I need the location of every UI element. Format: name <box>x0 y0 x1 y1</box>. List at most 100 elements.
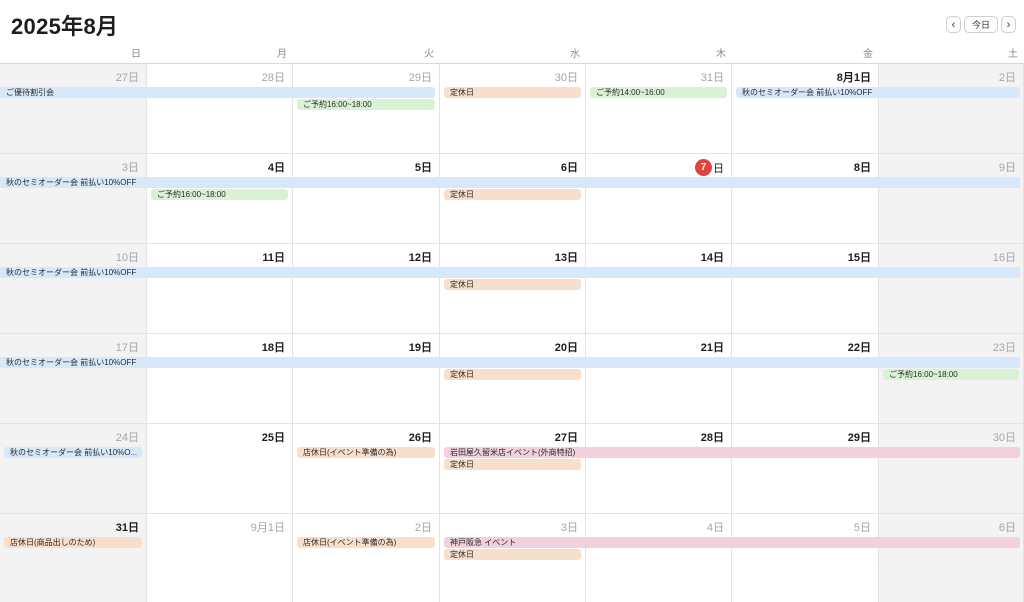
day-number: 14日 <box>700 252 724 264</box>
day-cell[interactable]: 28日 <box>586 424 732 514</box>
day-cell[interactable]: 29日 <box>732 424 879 514</box>
day-cell[interactable]: 16日 <box>879 244 1024 334</box>
calendar-event[interactable]: 秋のセミオーダー会 前払い10%O... <box>4 447 142 458</box>
day-number: 6日 <box>560 162 578 174</box>
calendar-event[interactable]: 定休日 <box>444 189 581 200</box>
day-number: 28日 <box>261 72 285 84</box>
day-cell[interactable]: 30日 <box>440 64 586 154</box>
day-number: 25日 <box>261 432 285 444</box>
day-cell[interactable]: 26日 <box>293 424 440 514</box>
calendar-event[interactable]: 定休日 <box>444 369 581 380</box>
day-number: 30日 <box>992 432 1016 444</box>
day-number: 20日 <box>554 342 578 354</box>
calendar-event[interactable]: ご予約16:00~18:00 <box>297 99 435 110</box>
day-number: 22日 <box>847 342 871 354</box>
day-cell[interactable]: 24日 <box>0 424 147 514</box>
day-number: 12日 <box>408 252 432 264</box>
today-indicator: 7 <box>695 159 712 176</box>
day-cell[interactable]: 21日 <box>586 334 732 424</box>
day-number: 2日 <box>414 522 432 534</box>
day-number: 26日 <box>408 432 432 444</box>
calendar-event[interactable]: 岩田屋久留米店イベント(外商特招) <box>444 447 1020 458</box>
day-number: 24日 <box>115 432 139 444</box>
calendar-event[interactable]: 店休日(イベント準備の為) <box>297 537 435 548</box>
day-cell[interactable]: 27日 <box>0 64 147 154</box>
day-cell[interactable]: 30日 <box>879 424 1024 514</box>
day-cell[interactable]: 2日 <box>293 514 440 602</box>
day-number: 2日 <box>998 72 1016 84</box>
calendar-event[interactable]: ご優待割引会 <box>0 87 435 98</box>
day-number-suffix: 日 <box>713 162 724 175</box>
weekday-label: 日 <box>131 49 141 60</box>
day-number: 8日 <box>853 162 871 174</box>
prev-month-button[interactable]: ‹ <box>946 16 961 33</box>
calendar-event[interactable]: 店休日(イベント準備の為) <box>297 447 435 458</box>
day-cell[interactable]: 3日 <box>0 154 147 244</box>
calendar-event[interactable]: 秋のセミオーダー会 前払い10%OFF <box>0 177 1020 188</box>
day-cell[interactable]: 2日 <box>879 64 1024 154</box>
day-number: 23日 <box>992 342 1016 354</box>
day-cell[interactable]: 6日 <box>879 514 1024 602</box>
calendar-event[interactable]: 秋のセミオーダー会 前払い10%OFF <box>0 357 1020 368</box>
weekday-label: 水 <box>570 49 580 60</box>
month-grid: 27日 28日 29日 30日 31日 8月1日 2日 3日 4日 5日 6日 7 日 8日 9日 10日 11… <box>0 63 1024 602</box>
day-cell[interactable]: 22日 <box>732 334 879 424</box>
day-cell[interactable]: 14日 <box>586 244 732 334</box>
day-cell[interactable]: 28日 <box>147 64 293 154</box>
day-cell[interactable]: 11日 <box>147 244 293 334</box>
day-cell[interactable]: 7日 <box>586 154 732 244</box>
day-cell[interactable]: 31日 <box>586 64 732 154</box>
calendar-event[interactable]: 店休日(商品出しのため) <box>4 537 142 548</box>
day-number: 27日 <box>554 432 578 444</box>
day-cell[interactable]: 31日 <box>0 514 147 602</box>
day-number: 5日 <box>853 522 871 534</box>
calendar-event[interactable]: ご予約16:00~18:00 <box>883 369 1019 380</box>
day-number: 6日 <box>998 522 1016 534</box>
day-number: 3日 <box>121 162 139 174</box>
calendar-event[interactable]: 秋のセミオーダー会 前払い10%OFF <box>736 87 1020 98</box>
day-number: 18日 <box>261 342 285 354</box>
day-number: 15日 <box>847 252 871 264</box>
day-cell[interactable]: 9日 <box>879 154 1024 244</box>
day-number: 9月1日 <box>250 522 285 534</box>
next-month-button[interactable]: › <box>1001 16 1016 33</box>
day-cell[interactable]: 10日 <box>0 244 147 334</box>
calendar-event[interactable]: 神戸阪急 イベント <box>444 537 1020 548</box>
day-cell[interactable]: 25日 <box>147 424 293 514</box>
day-number: 21日 <box>700 342 724 354</box>
day-number: 19日 <box>408 342 432 354</box>
day-number: 13日 <box>554 252 578 264</box>
calendar-event[interactable]: 秋のセミオーダー会 前払い10%OFF <box>0 267 1020 278</box>
day-number: 29日 <box>408 72 432 84</box>
day-number: 17日 <box>115 342 139 354</box>
day-number: 8月1日 <box>836 72 871 84</box>
day-cell[interactable]: 8日 <box>732 154 879 244</box>
today-button[interactable]: 今日 <box>964 16 998 33</box>
calendar-event[interactable]: 定休日 <box>444 279 581 290</box>
month-navigation: ‹ 今日 › <box>946 16 1016 33</box>
day-cell[interactable]: 9月1日 <box>147 514 293 602</box>
day-number: 10日 <box>115 252 139 264</box>
day-cell[interactable]: 4日 <box>586 514 732 602</box>
calendar-event[interactable]: 定休日 <box>444 459 581 470</box>
day-number: 4日 <box>706 522 724 534</box>
calendar-event[interactable]: ご予約16:00~18:00 <box>151 189 288 200</box>
day-cell[interactable]: 19日 <box>293 334 440 424</box>
day-cell[interactable]: 12日 <box>293 244 440 334</box>
day-number: 9日 <box>998 162 1016 174</box>
calendar-event[interactable]: ご予約14:00~16:00 <box>590 87 727 98</box>
day-number: 31日 <box>115 522 139 534</box>
day-cell[interactable]: 8月1日 <box>732 64 879 154</box>
day-number: 28日 <box>700 432 724 444</box>
day-cell[interactable]: 5日 <box>732 514 879 602</box>
day-cell[interactable]: 18日 <box>147 334 293 424</box>
calendar-event[interactable]: 定休日 <box>444 549 581 560</box>
day-number: 16日 <box>992 252 1016 264</box>
calendar-event[interactable]: 定休日 <box>444 87 581 98</box>
day-cell[interactable]: 5日 <box>293 154 440 244</box>
day-cell[interactable]: 17日 <box>0 334 147 424</box>
weekday-label: 土 <box>1008 49 1018 60</box>
day-number: 4日 <box>267 162 285 174</box>
calendar-header: 2025年8月 ‹ 今日 › <box>0 0 1024 44</box>
day-cell[interactable]: 15日 <box>732 244 879 334</box>
